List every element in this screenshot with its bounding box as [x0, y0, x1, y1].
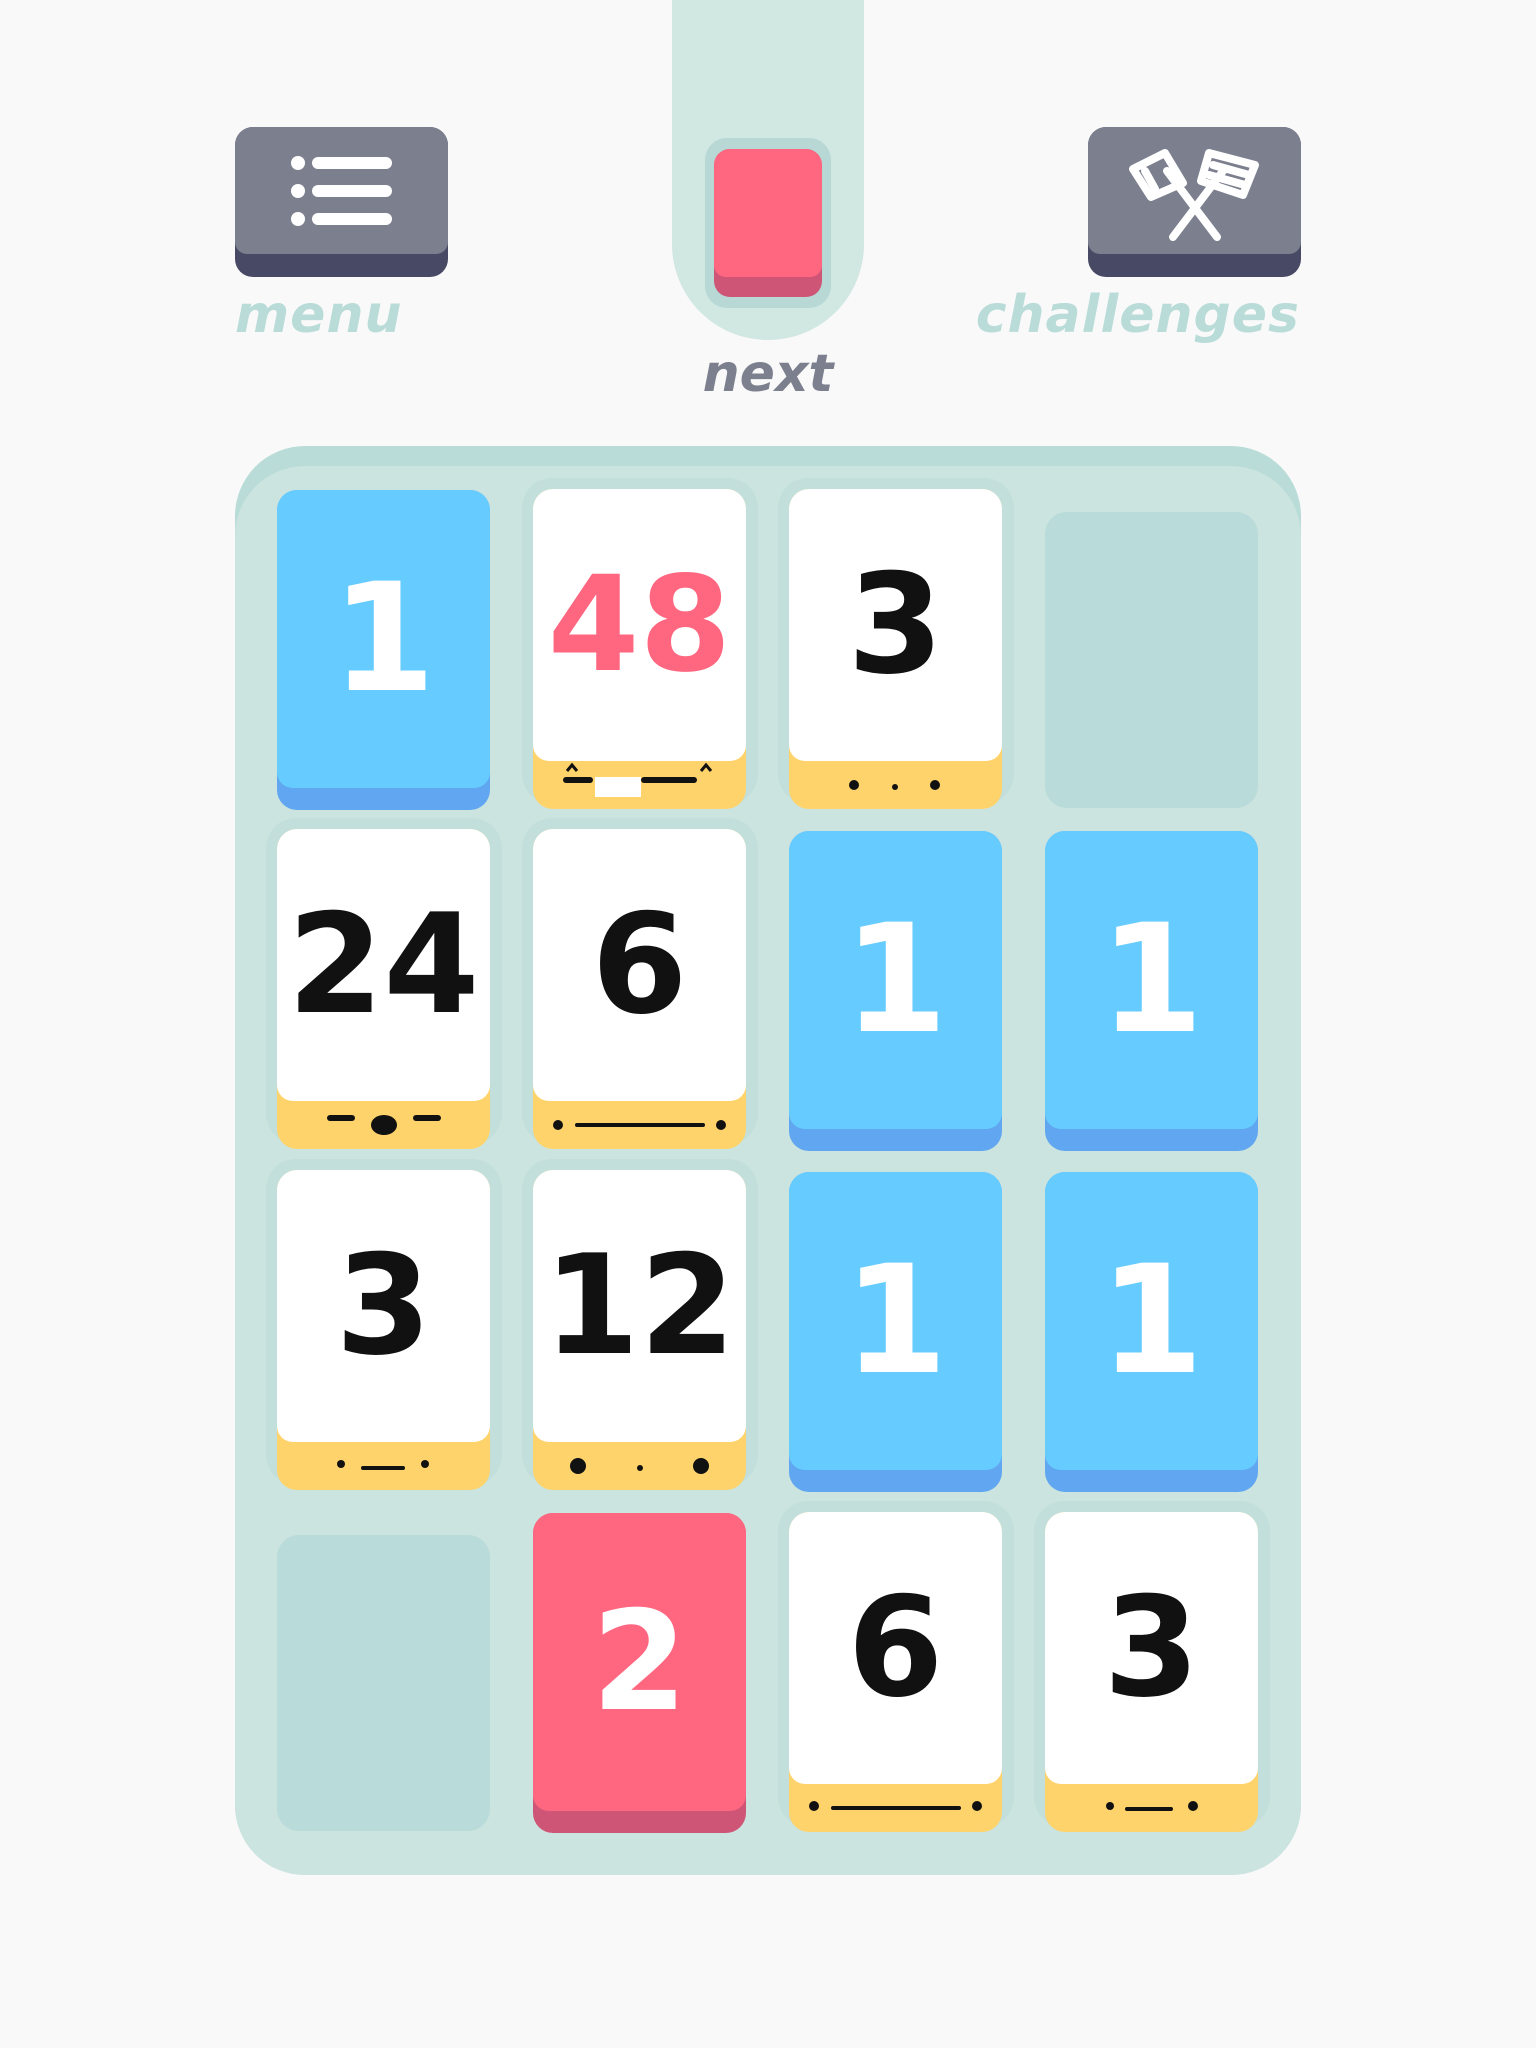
tile[interactable]: 1 — [789, 1172, 1002, 1492]
next-label: next — [702, 344, 834, 404]
tile[interactable]: 1 — [1045, 831, 1258, 1151]
tile[interactable]: 1 — [789, 831, 1002, 1151]
tile-value: 1 — [843, 1234, 948, 1408]
tile-face — [570, 1458, 709, 1474]
tile[interactable]: 1 — [277, 490, 490, 810]
tile[interactable]: 24 — [277, 829, 490, 1149]
tile-face — [1106, 1801, 1198, 1811]
tile[interactable]: 6 — [533, 829, 746, 1149]
empty-slot — [1045, 512, 1258, 808]
crossed-flags-icon — [1128, 148, 1259, 241]
menu-label: menu — [235, 285, 403, 345]
tile-face — [809, 1801, 982, 1811]
tile-value: 1 — [1099, 1234, 1204, 1408]
tile-value: 3 — [335, 1225, 432, 1386]
tile-value: 2 — [591, 1581, 688, 1742]
tile-value: 6 — [591, 884, 688, 1045]
tile-value: 1 — [331, 552, 436, 726]
tile[interactable]: 3 — [789, 489, 1002, 809]
tile-value: 12 — [543, 1225, 736, 1386]
tile-face — [563, 762, 713, 797]
tile[interactable]: 2 — [533, 1513, 746, 1833]
tile-face — [327, 1115, 441, 1135]
tile-face — [337, 1460, 429, 1470]
tile[interactable]: 6 — [789, 1512, 1002, 1832]
list-icon — [290, 155, 392, 226]
tile[interactable]: 12 — [533, 1170, 746, 1490]
tile-value: 3 — [1103, 1567, 1200, 1728]
tile-face — [849, 780, 940, 790]
tile[interactable]: 3 — [1045, 1512, 1258, 1832]
next-card-front — [714, 149, 822, 277]
menu-button[interactable] — [235, 127, 448, 277]
challenges-button-face — [1088, 127, 1301, 254]
challenges-button[interactable] — [1088, 127, 1301, 277]
tile-value: 6 — [847, 1567, 944, 1728]
empty-slot — [277, 1535, 490, 1831]
tile-face — [553, 1120, 726, 1130]
menu-button-face — [235, 127, 448, 254]
tile-value: 3 — [847, 544, 944, 705]
challenges-label: challenges — [975, 285, 1300, 345]
next-card — [714, 149, 822, 297]
game-screen: menu next challenges 1 48 3 24 6 1 1 3 1… — [0, 0, 1536, 2048]
tile-value: 1 — [1099, 893, 1204, 1067]
tile-value: 48 — [547, 548, 732, 702]
tile[interactable]: 48 — [533, 489, 746, 809]
tile[interactable]: 3 — [277, 1170, 490, 1490]
tile[interactable]: 1 — [1045, 1172, 1258, 1492]
tile-value: 24 — [287, 884, 480, 1045]
tile-value: 1 — [843, 893, 948, 1067]
